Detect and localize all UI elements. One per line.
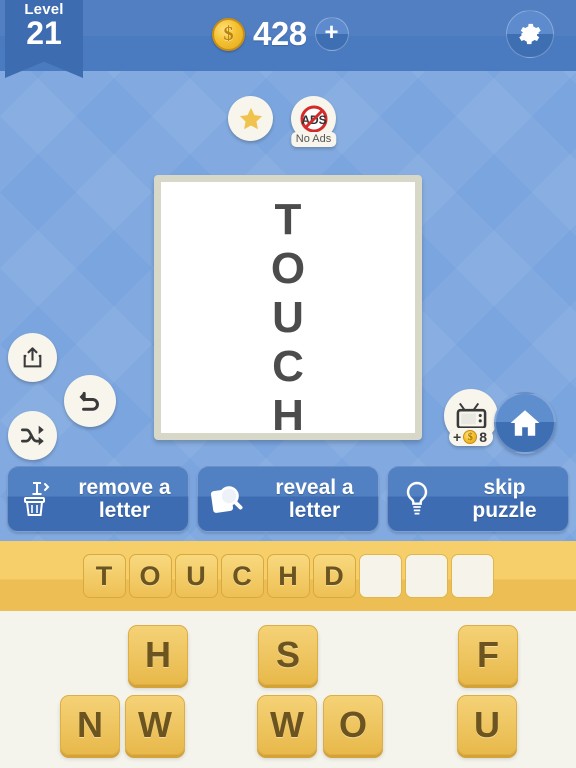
reveal-a-letter-button[interactable]: reveal a letter [197,466,379,532]
game-screen: Level 21 $ 428 + ADS No Ads [0,0,576,768]
letter-tile[interactable]: U [457,695,517,755]
answer-slot-empty[interactable] [450,554,494,598]
answer-slot-filled[interactable]: H [266,554,310,598]
puzzle-letter: T [274,195,302,244]
answer-slot-empty[interactable] [358,554,402,598]
star-button[interactable] [228,96,273,141]
reveal-letter-line2: letter [288,499,341,522]
answer-slot-filled[interactable]: O [128,554,172,598]
share-icon [23,347,42,368]
letter-tile[interactable]: F [458,625,518,685]
watch-ad-button[interactable]: + $ 8 [444,389,498,446]
no-ads-button[interactable]: ADS No Ads [290,96,337,147]
answer-slot-empty[interactable] [404,554,448,598]
coin-count: 428 [253,15,307,52]
reward-plus: + [453,429,462,445]
coin-icon: $ [212,17,245,51]
magnifier-letter-icon [210,486,243,513]
reward-amount: 8 [479,429,487,445]
answer-slot-row: TOUCHD [0,541,576,611]
remove-a-letter-button[interactable]: remove a letter [7,466,189,532]
action-button-row: remove a letter reveal a letter skip puz… [0,466,576,538]
no-ads-label: No Ads [290,132,337,147]
undo-icon [79,391,99,411]
puzzle-letter: H [272,391,304,440]
tv-icon [456,402,486,429]
settings-button[interactable] [506,10,554,58]
answer-slot-filled[interactable]: T [82,554,126,598]
reveal-letter-label: reveal a letter [251,476,378,522]
answer-slot-filled[interactable]: U [174,554,218,598]
puzzle-word-vertical: TOUCH [271,195,305,440]
level-number: 21 [26,15,62,51]
reveal-letter-line1: reveal a [275,476,354,499]
letter-tile[interactable]: O [323,695,383,755]
letter-tile[interactable]: W [257,695,317,755]
skip-puzzle-line1: skip [483,476,526,499]
answer-slot-filled[interactable]: D [312,554,356,598]
letter-tile[interactable]: N [60,695,120,755]
letter-tile-tray: HNWSWOFU [0,611,576,768]
reward-coin-icon: $ [463,430,478,444]
skip-puzzle-icon-wrap [397,480,437,518]
remove-letter-line1: remove a [78,476,171,499]
skip-puzzle-line2: puzzle [472,499,537,522]
puzzle-card: TOUCH [154,175,422,440]
mini-button-row: ADS No Ads [228,96,337,147]
shuffle-icon [21,425,44,446]
remove-letter-icon-wrap [17,480,57,518]
letter-tile[interactable]: S [258,625,318,685]
letter-tile[interactable]: H [128,625,188,685]
undo-button[interactable] [64,375,116,427]
answer-slot-filled[interactable]: C [220,554,264,598]
coin-counter: $ 428 + [212,12,349,56]
no-ads-icon: ADS [300,105,327,132]
remove-letter-line2: letter [98,499,151,522]
letter-tile[interactable]: W [125,695,185,755]
skip-puzzle-label: skip puzzle [441,476,568,522]
lightbulb-icon [406,481,428,515]
puzzle-letter: C [272,342,304,391]
puzzle-letter: O [270,244,306,293]
remove-letter-label: remove a letter [61,476,188,522]
reveal-letter-icon-wrap [207,481,247,517]
trash-letter-icon [24,482,50,516]
home-button[interactable] [494,392,556,454]
star-icon [239,107,262,129]
add-coins-button[interactable]: + [314,17,349,51]
puzzle-letter: U [272,293,304,342]
share-button[interactable] [8,333,57,382]
gear-icon [519,23,541,45]
shuffle-button[interactable] [8,411,57,460]
skip-puzzle-button[interactable]: skip puzzle [387,466,569,532]
ad-reward-badge: + $ 8 [449,428,493,446]
home-icon [510,410,540,436]
